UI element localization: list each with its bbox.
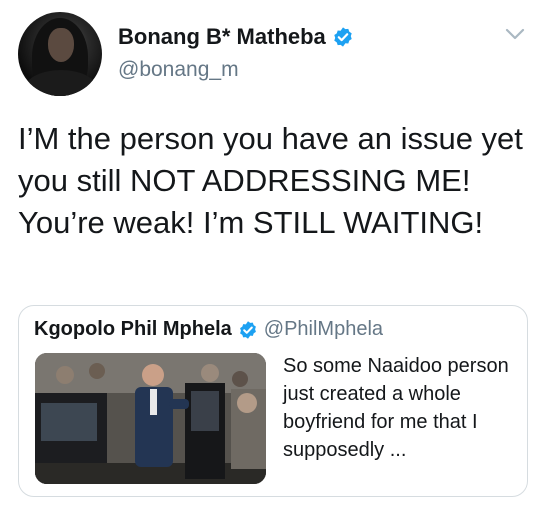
quoted-tweet-text: So some Naaidoo person just created a wh… bbox=[283, 355, 509, 461]
quoted-tweet-header: Kgopolo Phil Mphela @PhilMphela bbox=[34, 318, 383, 341]
tweet-text: I’M the person you have an issue yet you… bbox=[18, 121, 523, 240]
chevron-down-icon[interactable] bbox=[504, 26, 526, 42]
quoted-tweet[interactable]: Kgopolo Phil Mphela @PhilMphela So some … bbox=[18, 305, 528, 497]
avatar[interactable] bbox=[18, 12, 102, 96]
author-handle[interactable]: @bonang_m bbox=[118, 58, 239, 82]
quoted-tweet-photo[interactable] bbox=[35, 353, 266, 484]
verified-icon bbox=[238, 320, 258, 340]
tweet-card: Bonang B* Matheba @bonang_m I’M the pers… bbox=[0, 0, 542, 511]
verified-icon bbox=[332, 26, 354, 48]
quoted-author-name: Kgopolo Phil Mphela bbox=[34, 318, 232, 340]
author-display-name[interactable]: Bonang B* Matheba bbox=[118, 24, 326, 50]
author-name-row[interactable]: Bonang B* Matheba bbox=[118, 24, 354, 50]
quoted-author-handle: @PhilMphela bbox=[263, 318, 384, 340]
